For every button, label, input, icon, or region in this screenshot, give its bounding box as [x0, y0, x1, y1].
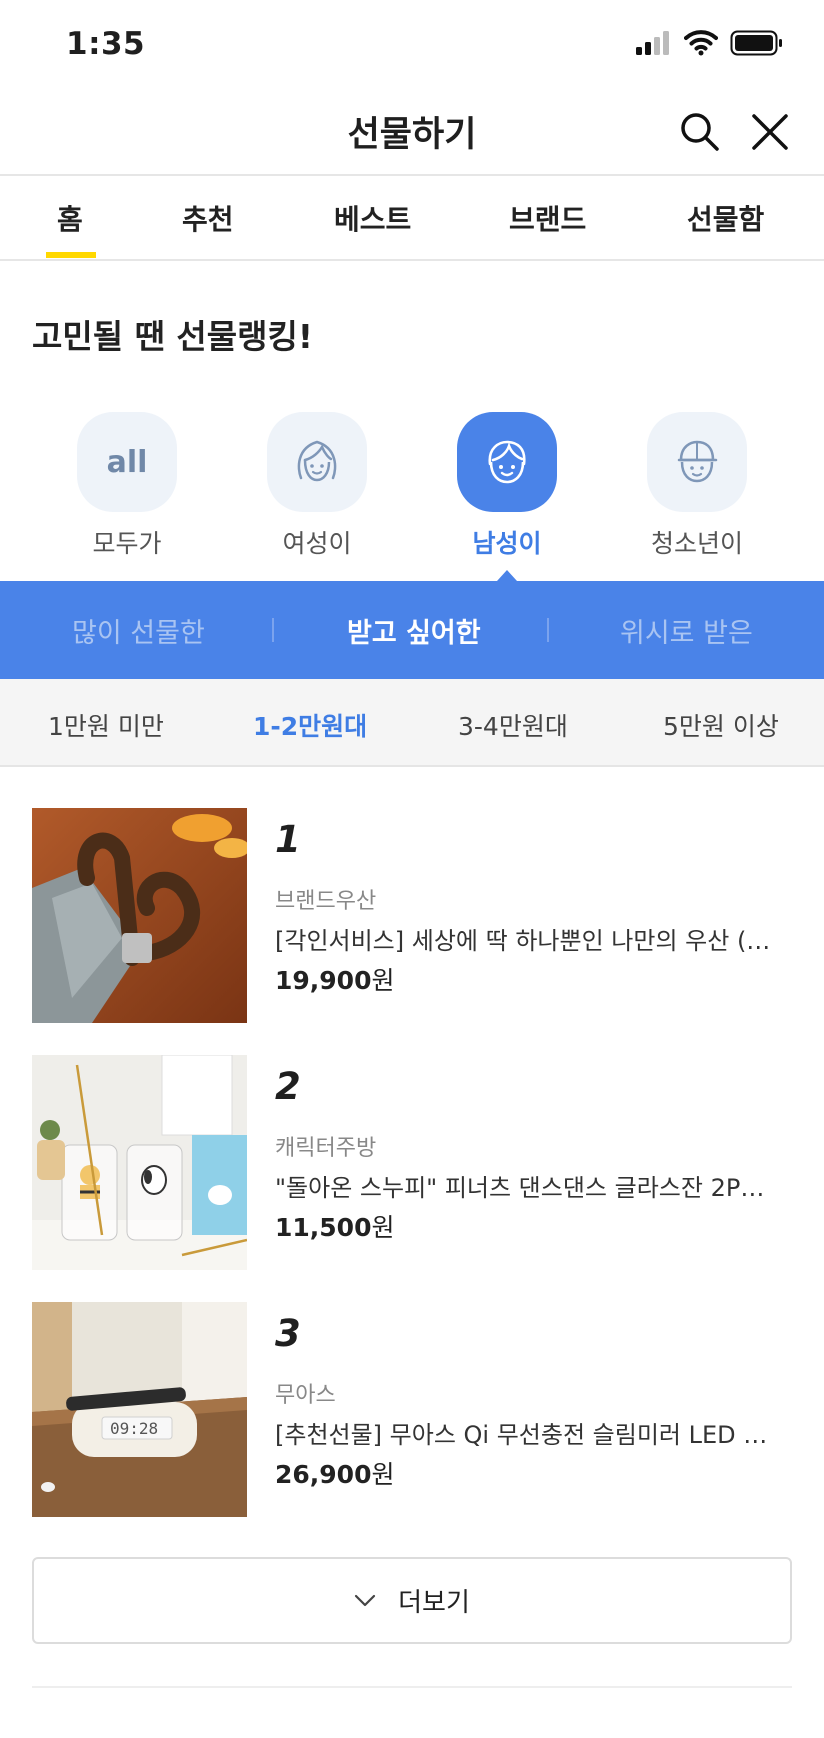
- woman-face-icon: [297, 440, 337, 482]
- price-filter-over-50k[interactable]: 5만원 이상: [663, 707, 779, 743]
- chevron-down-icon: [355, 1594, 376, 1606]
- product-thumbnail[interactable]: 09:28: [32, 1302, 247, 1517]
- product-brand: 캐릭터주방: [275, 1136, 377, 1161]
- close-icon: [752, 114, 788, 150]
- subtab-divider: [272, 618, 274, 642]
- product-item[interactable]: 09:28 3 무아스 [추천선물] 무아스 Qi 무선충전 슬림미러 LED …: [32, 1302, 792, 1517]
- category-label: 남성이: [472, 529, 542, 558]
- more-button[interactable]: 더보기: [32, 1557, 792, 1644]
- tab-brand[interactable]: 브랜드: [509, 198, 586, 238]
- main-tabs: 홈 추천 베스트 브랜드 선물함: [0, 176, 824, 261]
- category-teens[interactable]: 청소년이: [647, 412, 747, 558]
- more-button-label: 더보기: [398, 1588, 470, 1618]
- product-thumbnail[interactable]: [32, 1055, 247, 1270]
- wifi-icon: [684, 30, 718, 56]
- price-filter-30k-40k[interactable]: 3-4만원대: [458, 707, 568, 743]
- product-rank: 3: [275, 1312, 301, 1355]
- status-bar: 1:35: [0, 0, 824, 90]
- product-thumbnail[interactable]: [32, 808, 247, 1023]
- product-name[interactable]: [각인서비스] 세상에 딱 하나뿐인 나만의 우산 (…: [275, 921, 792, 956]
- product-rank: 2: [275, 1065, 301, 1108]
- search-button[interactable]: [676, 108, 724, 156]
- ranking-subtabs: 많이 선물한 받고 싶어한 위시로 받은: [0, 581, 824, 679]
- divider: [32, 1686, 792, 1688]
- all-icon: all: [77, 412, 177, 512]
- active-tab-indicator: [46, 252, 96, 258]
- status-time: 1:35: [66, 26, 146, 62]
- tab-recommend[interactable]: 추천: [182, 198, 234, 238]
- subtab-wishlist[interactable]: 위시로 받은: [620, 611, 753, 650]
- man-face-icon: [488, 440, 526, 484]
- tab-home[interactable]: 홈: [57, 198, 83, 238]
- subtab-divider: [547, 618, 549, 642]
- subtab-most-gifted[interactable]: 많이 선물한: [72, 611, 205, 650]
- product-brand: 브랜드우산: [275, 889, 377, 914]
- active-category-pointer: [497, 570, 517, 581]
- product-brand: 무아스: [275, 1383, 336, 1408]
- category-men[interactable]: 남성이: [457, 412, 557, 558]
- category-label: 청소년이: [650, 529, 743, 558]
- category-label: 모두가: [92, 529, 162, 558]
- product-rank: 1: [275, 818, 301, 861]
- category-everyone[interactable]: all 모두가: [77, 412, 177, 558]
- product-price: 19,900원: [275, 966, 395, 995]
- product-price: 11,500원: [275, 1213, 395, 1242]
- tab-best[interactable]: 베스트: [334, 198, 411, 238]
- teen-face-icon: [677, 440, 718, 483]
- product-name[interactable]: [추천선물] 무아스 Qi 무선충전 슬림미러 LED …: [275, 1415, 792, 1450]
- tab-gift-box[interactable]: 선물함: [687, 198, 764, 238]
- section-title: 고민될 땐 선물랭킹!: [32, 317, 313, 356]
- search-icon: [681, 113, 719, 151]
- all-icon-text: all: [106, 444, 148, 480]
- category-label: 여성이: [282, 529, 352, 558]
- header: 선물하기: [0, 90, 824, 176]
- product-price: 26,900원: [275, 1460, 395, 1489]
- category-women[interactable]: 여성이: [267, 412, 367, 558]
- clock-display-text: 09:28: [110, 1419, 158, 1438]
- cellular-signal-icon: [636, 31, 669, 55]
- product-item[interactable]: 1 브랜드우산 [각인서비스] 세상에 딱 하나뿐인 나만의 우산 (… 19,…: [32, 808, 792, 1023]
- status-icons: [636, 30, 784, 56]
- price-filters: 1만원 미만 1-2만원대 3-4만원대 5만원 이상: [0, 679, 824, 767]
- product-name[interactable]: "돌아온 스누피" 피너츠 댄스댄스 글라스잔 2P…: [275, 1168, 792, 1203]
- price-filter-under-10k[interactable]: 1만원 미만: [48, 707, 164, 743]
- price-filter-10k-20k[interactable]: 1-2만원대: [253, 707, 367, 743]
- subtab-most-wanted[interactable]: 받고 싶어한: [347, 611, 481, 650]
- battery-icon: [730, 30, 782, 56]
- close-button[interactable]: [746, 108, 794, 156]
- product-item[interactable]: 2 캐릭터주방 "돌아온 스누피" 피너츠 댄스댄스 글라스잔 2P… 11,5…: [32, 1055, 792, 1270]
